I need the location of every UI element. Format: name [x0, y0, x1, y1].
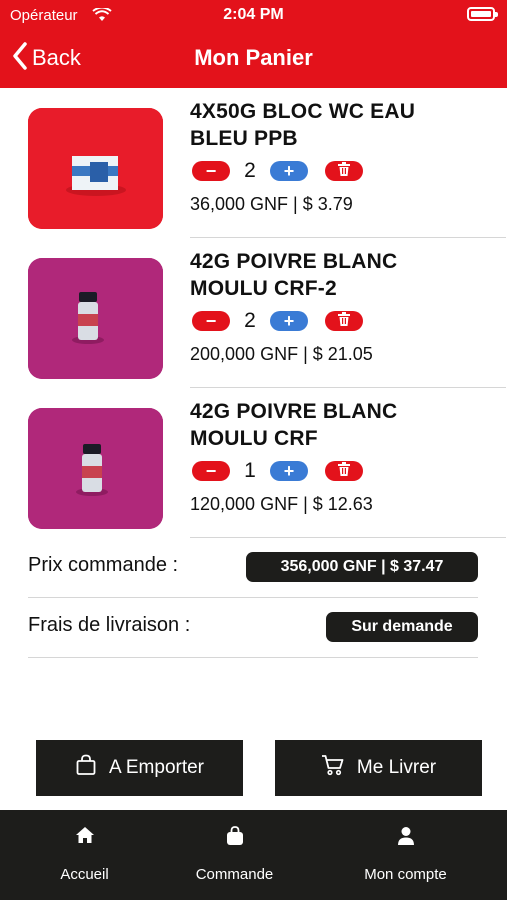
product-name: 4X50G BLOC WC EAU BLEU PPB	[190, 100, 416, 150]
quantity-stepper: − 2 +	[192, 159, 363, 182]
tab-commande[interactable]: Commande	[150, 810, 319, 900]
tab-accueil[interactable]: Accueil	[0, 810, 169, 900]
order-price-value: 356,000 GNF | $ 37.47	[246, 552, 478, 582]
delivery-fee-label: Frais de livraison :	[28, 614, 191, 636]
tab-label: Accueil	[60, 866, 109, 883]
delivery-label: Me Livrer	[356, 757, 437, 778]
battery-icon	[467, 7, 498, 21]
quantity-value: 2	[244, 159, 256, 182]
product-name: 42G POIVRE BLANC MOULU CRF-2	[190, 250, 398, 300]
decrease-quantity-button[interactable]: −	[192, 311, 230, 331]
increase-quantity-button[interactable]: +	[270, 311, 308, 331]
delivery-button[interactable]: Me Livrer	[275, 740, 482, 796]
order-price-row: Prix commande : 356,000 GNF | $ 37.47	[28, 538, 478, 598]
home-icon	[0, 826, 169, 844]
user-icon	[321, 826, 490, 846]
delivery-fee-value: Sur demande	[326, 612, 478, 642]
takeaway-button[interactable]: A Emporter	[36, 740, 243, 796]
product-image[interactable]	[28, 408, 163, 529]
delete-item-button[interactable]	[325, 461, 363, 481]
product-price: 200,000 GNF | $ 21.05	[190, 344, 373, 364]
decrease-quantity-button[interactable]: −	[192, 161, 230, 181]
tab-label: Commande	[195, 866, 274, 883]
quantity-value: 2	[244, 309, 256, 332]
decrease-quantity-button[interactable]: −	[192, 461, 230, 481]
tab-label: Mon compte	[364, 866, 447, 883]
takeaway-label: A Emporter	[108, 757, 205, 778]
tab-mon-compte[interactable]: Mon compte	[321, 810, 490, 900]
cart-item: 42G POIVRE BLANC MOULU CRF-2 − 2 + 200,0…	[28, 238, 506, 388]
product-name: 42G POIVRE BLANC MOULU CRF	[190, 400, 398, 450]
cart-item: 42G POIVRE BLANC MOULU CRF − 1 + 120,000…	[28, 388, 506, 538]
shopping-bag-icon	[150, 826, 319, 846]
shopping-bag-icon	[75, 754, 109, 782]
cart-item: 4X50G BLOC WC EAU BLEU PPB − 2 + 36,000 …	[28, 88, 506, 238]
product-image[interactable]	[28, 108, 163, 229]
order-price-label: Prix commande :	[28, 554, 179, 576]
delete-item-button[interactable]	[325, 311, 363, 331]
product-price: 36,000 GNF | $ 3.79	[190, 194, 353, 214]
quantity-stepper: − 2 +	[192, 309, 363, 332]
top-header: Opérateur 2:04 PM Back Mon Panier	[0, 0, 507, 88]
product-image[interactable]	[28, 258, 163, 379]
trash-icon	[337, 311, 351, 331]
quantity-value: 1	[244, 459, 256, 482]
product-price: 120,000 GNF | $ 12.63	[190, 494, 373, 514]
delivery-fee-row: Frais de livraison : Sur demande	[28, 598, 478, 658]
increase-quantity-button[interactable]: +	[270, 161, 308, 181]
page-title: Mon Panier	[194, 45, 313, 70]
increase-quantity-button[interactable]: +	[270, 461, 308, 481]
row-divider	[28, 657, 478, 658]
delete-item-button[interactable]	[325, 161, 363, 181]
bottom-tab-bar: Accueil Commande Mon compte	[0, 810, 507, 900]
status-time: 2:04 PM	[223, 6, 284, 23]
status-bar: Opérateur 2:04 PM	[0, 0, 507, 30]
trash-icon	[337, 461, 351, 481]
quantity-stepper: − 1 +	[192, 459, 363, 482]
trash-icon	[337, 161, 351, 181]
cart-icon	[321, 754, 357, 782]
